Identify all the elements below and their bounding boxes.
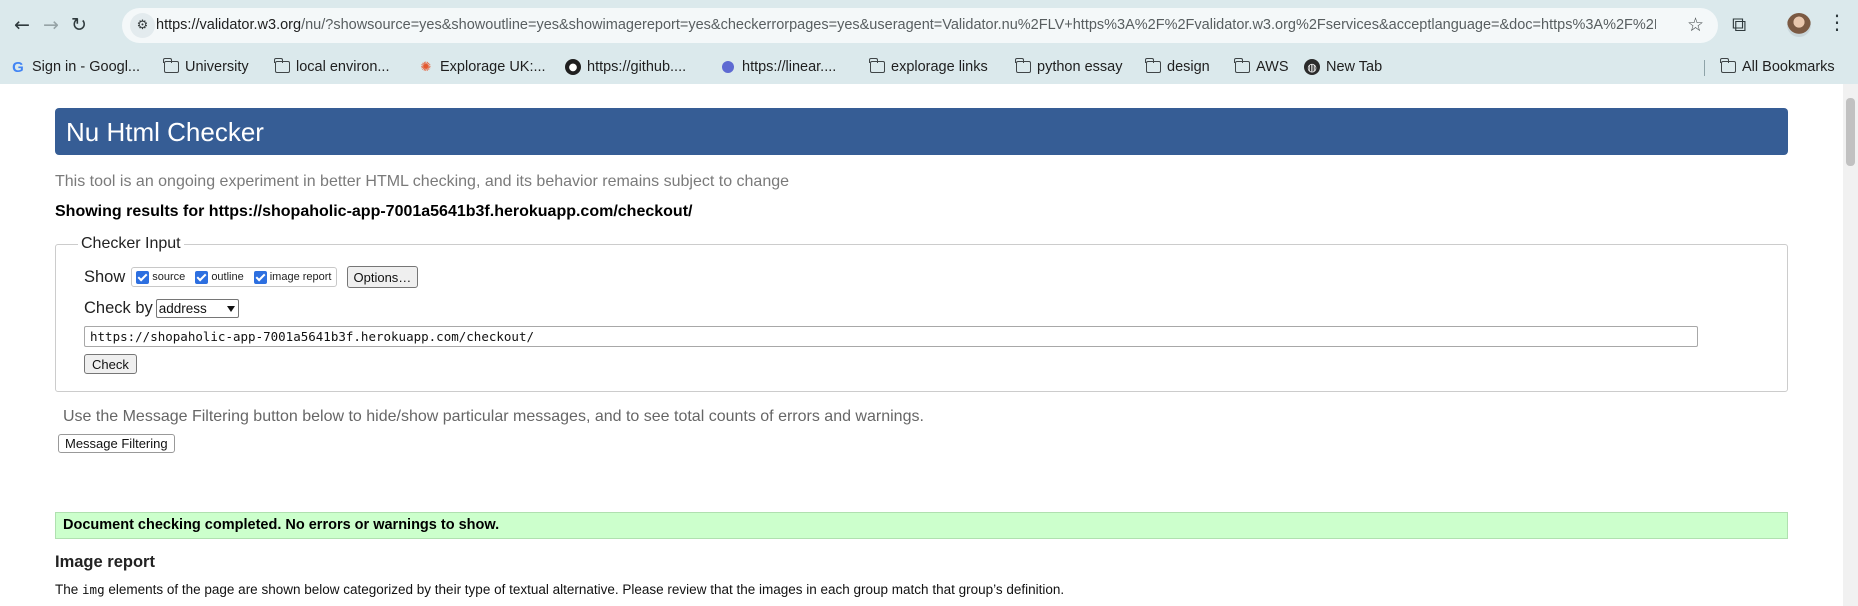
checker-input-fieldset: Checker Input Show source outline image …	[55, 235, 1788, 392]
explorage-icon: ✺	[420, 59, 432, 75]
bookmarks-divider	[1704, 60, 1705, 76]
all-bookmarks-folder[interactable]: All Bookmarks	[1719, 56, 1835, 78]
site-info-icon[interactable]: ⚙	[130, 13, 155, 38]
show-checkbox-group: source outline image report	[131, 267, 337, 287]
profile-avatar[interactable]	[1787, 13, 1811, 37]
page-content: Nu Html Checker This tool is an ongoing …	[0, 84, 1858, 606]
result-success-message: Document checking completed. No errors o…	[55, 512, 1788, 539]
reload-button[interactable]: ↻	[65, 11, 93, 39]
more-menu-icon[interactable]: ⋮	[1827, 10, 1847, 34]
url-host: https://validator.w3.org	[156, 17, 302, 33]
bookmark-item[interactable]: ✺ Explorage UK:...	[418, 56, 546, 78]
bookmark-label: AWS	[1256, 59, 1289, 75]
bookmark-folder[interactable]: University	[162, 56, 249, 78]
bookmarks-bar: G Sign in - Googl... University local env…	[0, 50, 1858, 84]
linear-icon	[720, 59, 736, 75]
img-code-term: img	[82, 582, 105, 597]
scrollbar-thumb[interactable]	[1846, 98, 1855, 166]
bookmark-label: Sign in - Googl...	[32, 59, 140, 75]
folder-icon	[1233, 58, 1250, 73]
desc-text-end: elements of the page are shown below cat…	[104, 582, 1065, 597]
checkbox-label: image report	[269, 271, 332, 283]
bookmark-folder[interactable]: design	[1144, 56, 1210, 78]
source-checkbox[interactable]	[136, 270, 150, 284]
bookmark-label: local environ...	[296, 59, 390, 75]
bookmark-label: New Tab	[1326, 59, 1383, 75]
folder-icon	[1014, 58, 1031, 73]
check-by-row: Check by address	[84, 299, 239, 318]
checkbox-label: source	[152, 271, 186, 283]
url-text[interactable]: https://validator.w3.org/nu/?showsource=…	[156, 17, 1656, 33]
desc-text-start: The	[55, 582, 83, 597]
bookmark-label: Explorage UK:...	[440, 59, 546, 75]
browser-toolbar: ← → ↻ ⚙ https://validator.w3.org/nu/?sho…	[0, 0, 1858, 50]
checkbox-label: outline	[211, 271, 244, 283]
show-outline-option[interactable]: outline	[195, 270, 244, 284]
page-scrollbar[interactable]	[1843, 84, 1858, 606]
google-icon: G	[12, 58, 24, 76]
check-by-select[interactable]: address	[155, 299, 239, 318]
bookmark-label: design	[1167, 59, 1210, 75]
check-by-value: address	[158, 301, 207, 316]
bookmark-label: explorage links	[891, 59, 988, 75]
back-button[interactable]: ←	[8, 11, 36, 39]
reload-icon: ↻	[71, 14, 87, 36]
folder-icon	[162, 58, 179, 73]
fieldset-legend: Checker Input	[78, 235, 184, 253]
message-filtering-button[interactable]: Message Filtering	[58, 434, 175, 453]
browser-chrome: ← → ↻ ⚙ https://validator.w3.org/nu/?sho…	[0, 0, 1858, 84]
image-report-heading: Image report	[55, 553, 155, 571]
folder-icon	[868, 58, 885, 73]
bookmark-folder[interactable]: local environ...	[273, 56, 390, 78]
bookmark-folder[interactable]: python essay	[1014, 56, 1123, 78]
show-source-option[interactable]: source	[136, 270, 186, 284]
bookmark-label: All Bookmarks	[1742, 59, 1835, 75]
message-filtering-help: Use the Message Filtering button below t…	[63, 408, 924, 425]
arrow-right-icon: →	[43, 14, 59, 36]
results-heading: Showing results for https://shopaholic-a…	[55, 203, 693, 220]
bookmark-label: https://linear....	[742, 59, 837, 75]
show-options-row: Show source outline image report Options…	[84, 266, 419, 288]
bookmark-item[interactable]: G Sign in - Googl...	[10, 56, 140, 78]
address-bar[interactable]: ⚙ https://validator.w3.org/nu/?showsourc…	[122, 8, 1718, 43]
show-label: Show	[84, 267, 126, 286]
check-by-label: Check by	[84, 299, 153, 317]
bookmark-star-icon[interactable]: ☆	[1687, 14, 1704, 36]
bookmark-label: https://github....	[587, 59, 687, 75]
bookmark-item[interactable]: ● https://github....	[565, 56, 686, 78]
folder-icon	[1144, 58, 1161, 73]
bookmark-item[interactable]: https://linear....	[720, 56, 836, 78]
image-report-checkbox[interactable]	[253, 270, 267, 284]
extensions-puzzle-icon[interactable]: ⧉	[1732, 12, 1746, 36]
bookmark-folder[interactable]: explorage links	[868, 56, 988, 78]
forward-button[interactable]: →	[37, 11, 65, 39]
globe-icon: ◍	[1304, 59, 1320, 75]
document-url-input[interactable]: https://shopaholic-app-7001a5641b3f.hero…	[84, 326, 1698, 347]
image-report-description: The img elements of the page are shown b…	[55, 582, 1064, 597]
folder-icon	[273, 58, 290, 73]
page-subtitle: This tool is an ongoing experiment in be…	[55, 173, 790, 190]
check-button[interactable]: Check	[84, 354, 137, 374]
folder-icon	[1719, 58, 1736, 73]
url-path: /nu/?showsource=yes&showoutline=yes&show…	[301, 17, 1656, 33]
bookmark-item[interactable]: ◍ New Tab	[1304, 56, 1382, 78]
show-image-report-option[interactable]: image report	[253, 270, 332, 284]
bookmark-label: python essay	[1037, 59, 1123, 75]
bookmark-folder[interactable]: AWS	[1233, 56, 1289, 78]
options-button[interactable]: Options…	[346, 266, 419, 288]
page-title: Nu Html Checker	[55, 108, 1788, 155]
dropdown-arrow-icon	[226, 305, 235, 312]
github-icon: ●	[565, 59, 581, 75]
arrow-left-icon: ←	[14, 14, 30, 36]
bookmark-label: University	[185, 59, 249, 75]
outline-checkbox[interactable]	[195, 270, 209, 284]
